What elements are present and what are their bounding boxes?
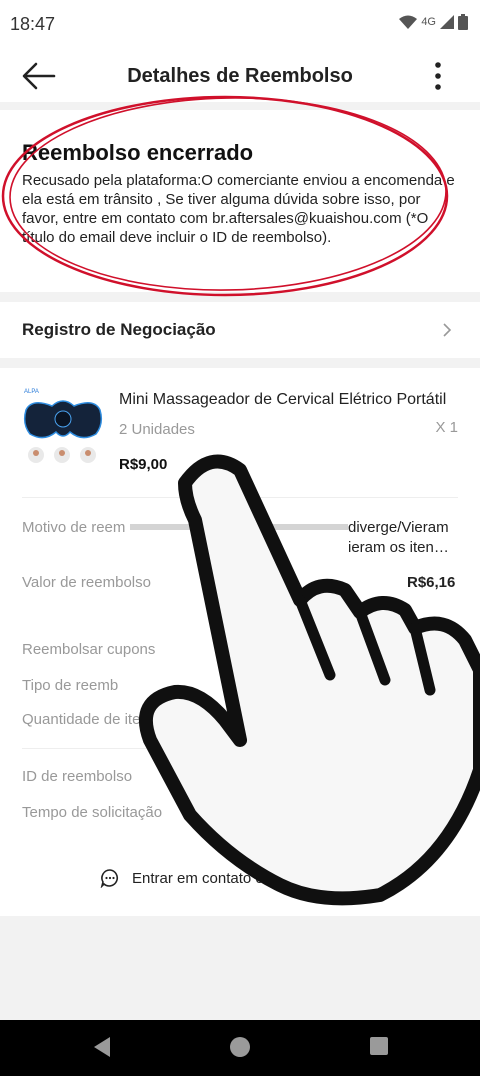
negotiation-record-row[interactable]: Registro de Negociação [0, 302, 480, 358]
product-price: R$9,00 [119, 456, 168, 473]
chevron-right-icon [443, 323, 452, 337]
product-name[interactable]: Mini Massageador de Cervical Elétrico Po… [119, 391, 459, 409]
divider [22, 497, 458, 498]
contact-seller-button[interactable]: Entrar em contato c [100, 868, 263, 888]
status-time: 18:47 [10, 14, 56, 34]
refund-type-label: Tipo de reemb [22, 677, 119, 694]
wifi-icon [399, 15, 418, 29]
nav-home-icon[interactable] [229, 1036, 251, 1058]
chat-bubble-icon [100, 869, 119, 888]
battery-icon [458, 14, 468, 30]
signal-icon [440, 15, 454, 29]
refund-amount-value: R$6,16 [407, 574, 456, 591]
red-circle-annotation [1, 95, 449, 297]
refund-reason-label: Motivo de reem [22, 519, 126, 536]
product-image[interactable]: ALPA [22, 384, 104, 468]
item-quantity-label: Quantidade de ite [22, 711, 141, 728]
request-time-label: Tempo de solicitação [22, 804, 163, 821]
refund-reason-value-line-2: ieram os iten… [348, 539, 449, 556]
network-type-label: 4G [421, 16, 436, 28]
product-units: 2 Unidades [119, 421, 195, 438]
nav-back-icon[interactable] [92, 1036, 112, 1058]
page-title: Detalhes de Reembolso [127, 65, 353, 87]
massager-image: ALPA [23, 389, 103, 463]
refund-reason-value-line-1: diverge/Vieram [348, 519, 449, 536]
refund-id-label: ID de reembolso [22, 768, 133, 785]
product-quantity: X 1 [435, 419, 458, 436]
status-bar: 18:47 4G [0, 0, 480, 50]
divider [22, 748, 458, 749]
refund-coupons-label: Reembolsar cupons [22, 641, 156, 658]
product-brand: ALPA [24, 389, 39, 395]
negotiation-record-label: Registro de Negociação [22, 320, 216, 339]
refund-amount-label: Valor de reembolso [22, 574, 151, 591]
contact-seller-label: Entrar em contato c [132, 869, 263, 887]
system-navigation-bar [0, 1020, 480, 1076]
product-details-card: ALPA Mini Massageador de Cervical Elétri… [0, 368, 480, 916]
status-icons: 4G [399, 14, 468, 30]
more-options-icon[interactable] [434, 60, 442, 92]
nav-recents-icon[interactable] [369, 1036, 389, 1056]
